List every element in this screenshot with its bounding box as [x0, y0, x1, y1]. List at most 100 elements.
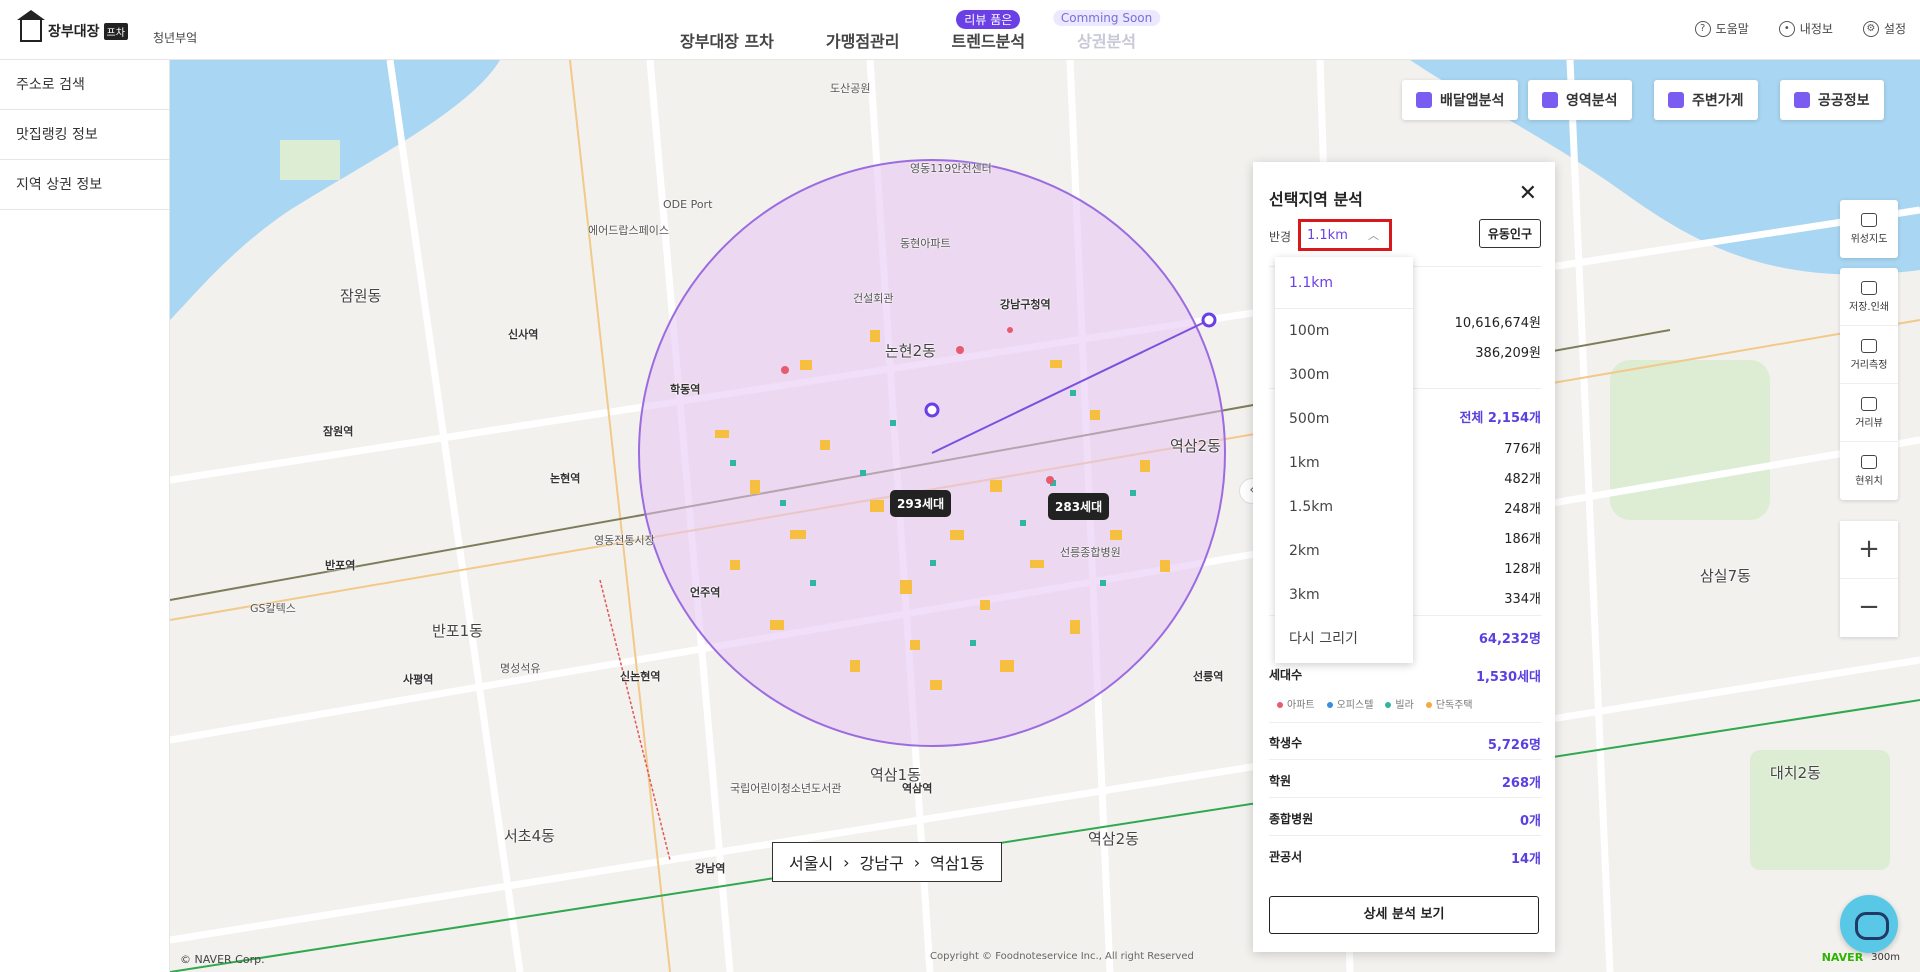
sidebar-item-local-commercial[interactable]: 지역 상권 정보 [0, 160, 169, 210]
hospital-row: 종합병원 0개 [1269, 812, 1541, 829]
household-marker[interactable]: 283세대 [1048, 493, 1110, 520]
radius-option[interactable]: 1.1km [1275, 257, 1413, 309]
radius-label: 반경 [1269, 230, 1292, 244]
ruler-icon [1861, 338, 1877, 353]
nav-franchise[interactable]: 장부대장 프차 [680, 28, 774, 52]
map-label-district: 서초4동 [504, 827, 555, 845]
satellite-toggle[interactable]: 위성지도 [1840, 200, 1898, 258]
top-bar: 장부대장 프차 청년부엌 장부대장 프차 가맹점관리 리뷰 품은 트렌드분석 C… [0, 0, 1920, 60]
radius-option[interactable]: 3km [1275, 573, 1413, 617]
logo[interactable]: 장부대장 프차 [17, 10, 128, 42]
map-label-place: 명성석유 [500, 662, 541, 675]
region-breadcrumb: 서울시 › 강남구 › 역삼1동 [772, 842, 1002, 882]
area-analysis-button[interactable]: 영역분석 [1528, 80, 1632, 120]
map-label-place: ODE Port [663, 198, 713, 211]
chevron-right-icon: › [843, 852, 850, 872]
radius-option[interactable]: 1km [1275, 441, 1413, 485]
panel-title: 선택지역 분석 [1269, 190, 1363, 209]
detail-analysis-button[interactable]: 상세 분석 보기 [1269, 896, 1539, 934]
map-label-station: 강남역 [695, 862, 726, 875]
satellite-icon [1861, 213, 1877, 227]
household-marker[interactable]: 293세대 [890, 490, 952, 517]
housing-legend: 아파트 오피스텔 빌라 단독주택 [1277, 696, 1473, 711]
house-icon [17, 10, 45, 42]
map-label-station: 선릉역 [1193, 670, 1224, 683]
naver-logo: NAVER [1821, 951, 1864, 964]
nearby-stores-button[interactable]: 주변가게 [1654, 80, 1758, 120]
area-icon [1542, 92, 1558, 108]
radius-option[interactable]: 2km [1275, 529, 1413, 573]
floating-population-button[interactable]: 유동인구 [1478, 219, 1541, 248]
academy-row: 학원 268개 [1269, 774, 1541, 791]
coming-soon-badge: Comming Soon [1052, 10, 1161, 26]
chevron-right-icon: › [913, 852, 921, 872]
map-label-district: 역삼2동 [1170, 437, 1221, 455]
map-label-district: 삼실7동 [1700, 567, 1751, 585]
brand-selector[interactable]: 청년부엌 [153, 29, 197, 46]
sidebar-item-address-search[interactable]: 주소로 검색 [0, 60, 169, 110]
map-label-district: 역삼1동 [870, 766, 921, 784]
map-label-station: 논현역 [550, 472, 581, 485]
street-view-button[interactable]: 거리뷰 [1840, 384, 1898, 442]
map-label-district: 역삼2동 [1088, 830, 1139, 848]
radius-dropdown: 1.1km 100m 300m 500m 1km 1.5km 2km 3km 다… [1275, 257, 1413, 663]
zoom-in-button[interactable]: + [1840, 521, 1898, 579]
location-icon [1861, 455, 1877, 469]
map-canvas[interactable]: 신사역 잠원역 논현역 반포역 학동역 언주역 신논현역 사평역 강남역 역삼역… [170, 60, 1920, 972]
map-label-station: 신논현역 [620, 670, 661, 683]
map-label-station: 언주역 [690, 586, 721, 599]
zoom-out-button[interactable]: − [1840, 579, 1898, 637]
scale-label: 300m [1871, 952, 1900, 963]
map-label-place: 선릉종합병원 [1060, 546, 1121, 559]
breadcrumb-district[interactable]: 강남구 [860, 850, 904, 874]
public-info-button[interactable]: 공공정보 [1780, 80, 1884, 120]
help-icon: ? [1694, 20, 1711, 37]
delivery-icon [1416, 92, 1432, 108]
map-label-station: 잠원역 [323, 425, 354, 438]
radius-option[interactable]: 100m [1275, 309, 1413, 353]
breadcrumb-dong[interactable]: 역삼1동 [930, 850, 984, 874]
nav-store-management[interactable]: 가맹점관리 [826, 28, 900, 52]
my-info-link[interactable]: • 내정보 [1778, 20, 1833, 37]
map-label-station: 사평역 [403, 673, 434, 686]
building-icon [1794, 92, 1810, 108]
printer-icon [1861, 280, 1877, 295]
map-label-station: 강남구청역 [1000, 298, 1051, 311]
logo-badge: 프차 [103, 22, 128, 40]
sidebar-item-restaurant-ranking[interactable]: 맛집랭킹 정보 [0, 110, 169, 160]
help-link[interactable]: ? 도움말 [1694, 20, 1749, 37]
nav-trend-analysis[interactable]: 리뷰 품은 트렌드분석 [952, 10, 1025, 52]
breadcrumb-city[interactable]: 서울시 [789, 850, 833, 874]
map-label-place: 건설회관 [853, 292, 894, 305]
map-label-place: 국립어린이청소년도서관 [730, 782, 842, 795]
radius-option[interactable]: 500m [1275, 397, 1413, 441]
main-nav: 장부대장 프차 가맹점관리 리뷰 품은 트렌드분석 Comming Soon 상… [680, 10, 1188, 52]
utility-menu: ? 도움말 • 내정보 ⚙ 설정 [1694, 20, 1906, 37]
map-label-district: 대치2동 [1770, 764, 1821, 782]
redraw-option[interactable]: 다시 그리기 [1275, 617, 1413, 661]
students-row: 학생수 5,726명 [1269, 736, 1541, 753]
gear-icon: ⚙ [1862, 20, 1879, 37]
delivery-app-analysis-button[interactable]: 배달앱분석 [1402, 80, 1519, 120]
map-label-place: 영동전통시장 [594, 534, 655, 547]
print-button[interactable]: 저장.인쇄 [1840, 268, 1898, 326]
settings-link[interactable]: ⚙ 설정 [1862, 20, 1906, 37]
chat-icon[interactable] [1840, 895, 1898, 953]
distance-button[interactable]: 거리측정 [1840, 326, 1898, 384]
map-label-station: 학동역 [670, 383, 701, 396]
close-icon[interactable]: ✕ [1519, 183, 1537, 205]
review-badge: 리뷰 품은 [956, 10, 1021, 29]
store-icon [1668, 92, 1684, 108]
map-label-place: 영동119안전센터 [910, 162, 992, 175]
my-location-button[interactable]: 현위치 [1840, 442, 1898, 500]
map-label-district: 잠원동 [340, 287, 382, 305]
radius-option[interactable]: 1.5km [1275, 485, 1413, 529]
map-label-district: 논현2동 [885, 342, 936, 360]
map-label-district: 반포1동 [432, 622, 483, 640]
street-view-icon [1861, 396, 1877, 411]
public-office-row: 관공서 14개 [1269, 850, 1541, 867]
radius-option[interactable]: 300m [1275, 353, 1413, 397]
radius-select[interactable]: 1.1km ︿ [1298, 219, 1392, 251]
map-label-place: 동현아파트 [900, 237, 951, 250]
map-tools-group: 저장.인쇄 거리측정 거리뷰 현위치 [1840, 268, 1898, 500]
